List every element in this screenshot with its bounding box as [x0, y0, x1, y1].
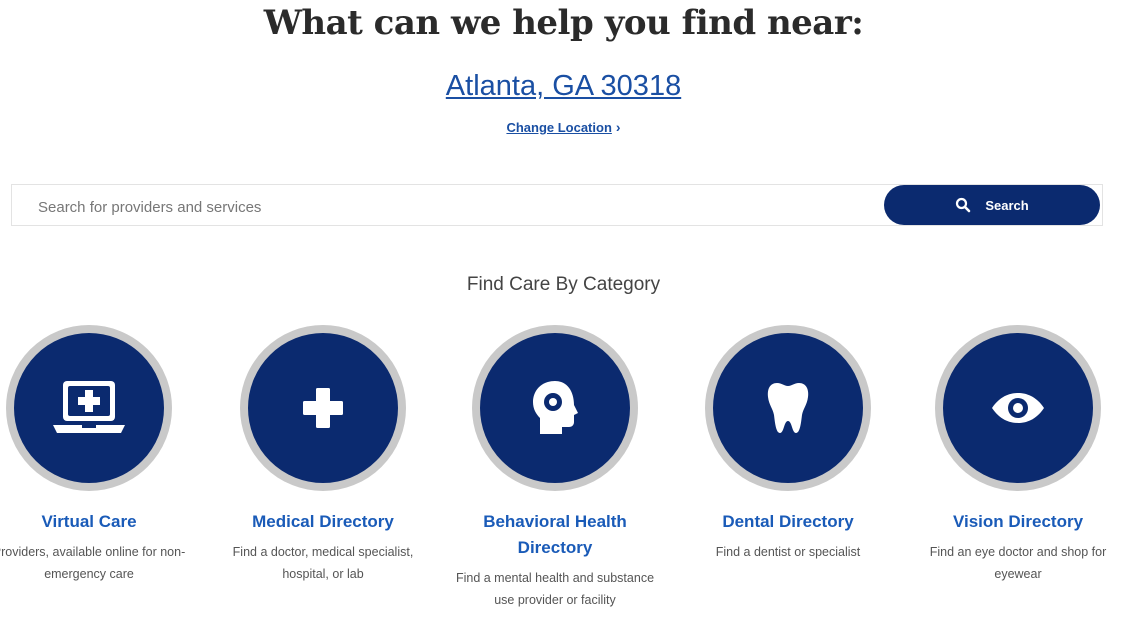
section-title: Find Care By Category	[466, 274, 661, 295]
search-input[interactable]	[36, 193, 860, 221]
change-location: Change Location ›	[0, 119, 1127, 135]
category-title[interactable]: Vision Directory	[913, 509, 1123, 535]
category-title[interactable]: Medical Directory	[218, 509, 428, 535]
category-title[interactable]: Behavioral Health Directory	[450, 509, 660, 561]
chevron-right-icon: ›	[615, 119, 621, 135]
category-virtual-care[interactable]: Virtual Care Providers, available online…	[0, 325, 194, 585]
category-circle[interactable]	[240, 325, 406, 491]
category-title[interactable]: Dental Directory	[683, 509, 893, 535]
category-description: Providers, available online for non-emer…	[0, 545, 186, 581]
category-medical-directory[interactable]: Medical Directory Find a doctor, medical…	[218, 325, 428, 585]
category-dental-directory[interactable]: Dental Directory Find a dentist or speci…	[683, 325, 893, 563]
search-button[interactable]: Search	[884, 185, 1100, 225]
category-description: Find a mental health and substance use p…	[455, 571, 655, 607]
tooth-icon	[767, 383, 809, 433]
category-circle[interactable]	[472, 325, 638, 491]
eye-icon	[992, 393, 1044, 423]
category-description: Find a dentist or specialist	[715, 545, 861, 559]
category-title[interactable]: Virtual Care	[0, 509, 194, 535]
category-circle[interactable]	[705, 325, 871, 491]
location-link[interactable]: Atlanta, GA 30318	[0, 70, 1127, 103]
category-description: Find an eye doctor and shop for eyewear	[929, 545, 1107, 581]
category-vision-directory[interactable]: Vision Directory Find an eye doctor and …	[913, 325, 1123, 585]
head-profile-icon	[533, 381, 578, 434]
change-location-link[interactable]: Change Location	[506, 120, 611, 135]
category-circle[interactable]	[6, 325, 172, 491]
category-circle[interactable]	[935, 325, 1101, 491]
category-description: Find a doctor, medical specialist, hospi…	[232, 545, 414, 581]
category-behavioral-health-directory[interactable]: Behavioral Health Directory Find a menta…	[450, 325, 660, 611]
search-button-label: Search	[985, 197, 1029, 213]
search-bar: Search	[11, 184, 1103, 226]
medical-cross-icon	[303, 388, 343, 428]
laptop-medical-icon	[53, 381, 125, 433]
page-title: What can we help you find near:	[263, 3, 864, 43]
search-icon	[956, 197, 971, 213]
